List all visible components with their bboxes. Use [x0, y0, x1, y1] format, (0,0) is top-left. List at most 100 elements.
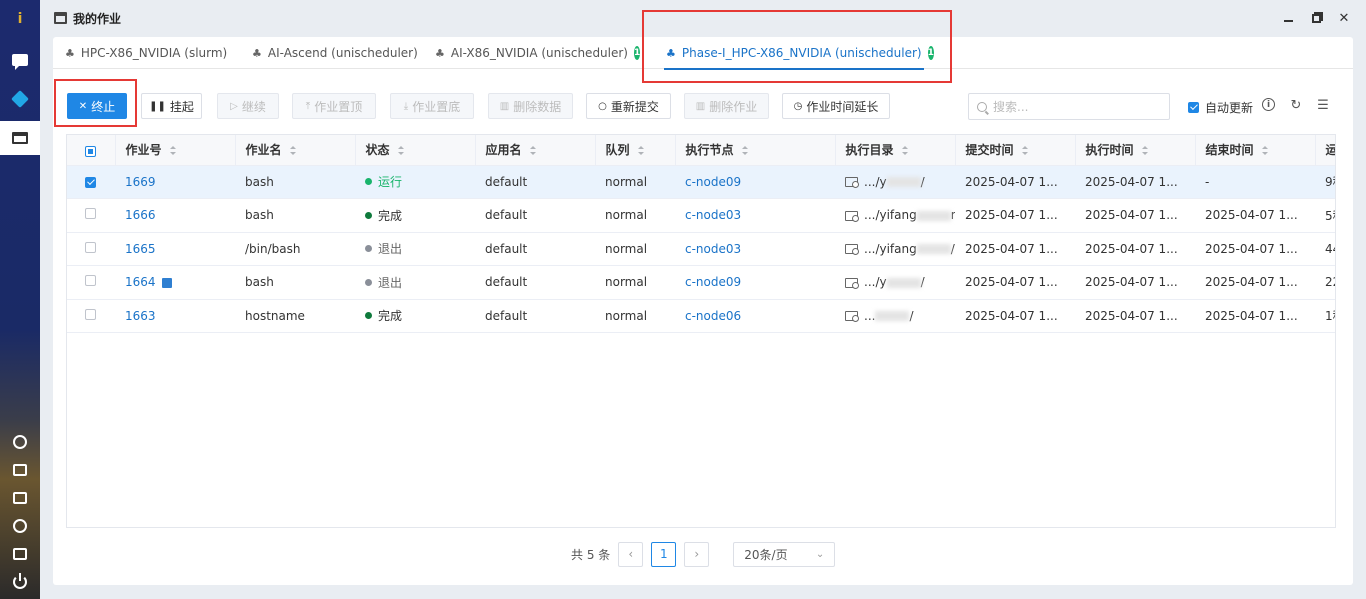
resume-button[interactable]: ▷ 继续: [217, 93, 279, 119]
status-dot: [365, 178, 372, 186]
col-job-name[interactable]: 作业名: [235, 135, 356, 166]
restore-button[interactable]: [1308, 10, 1324, 26]
row-checkbox[interactable]: [85, 208, 96, 220]
play-icon: ▷: [230, 100, 238, 112]
row-checkbox[interactable]: [85, 176, 96, 188]
sort-icon[interactable]: [1021, 146, 1028, 156]
next-page-button[interactable]: ›: [684, 541, 710, 567]
info-dock-icon[interactable]: i: [0, 2, 40, 36]
auto-refresh-checkbox[interactable]: [1188, 102, 1199, 113]
table-row[interactable]: 1663 hostname 完成 default normal c-node06…: [67, 299, 1335, 333]
cube-dock-icon[interactable]: [0, 82, 40, 116]
page-number-button[interactable]: 1: [651, 541, 677, 567]
minimize-button[interactable]: [1280, 10, 1296, 26]
exec-node-link[interactable]: c-node09: [685, 275, 741, 289]
exec-dir-cell[interactable]: .../y /: [835, 165, 955, 199]
tab-ai-ascend[interactable]: ♣ AI-Ascend (unischeduler): [240, 37, 423, 69]
resubmit-button[interactable]: ○ 重新提交: [586, 93, 671, 119]
sort-icon[interactable]: [289, 146, 296, 156]
redacted-text: [886, 277, 921, 288]
move-bottom-button[interactable]: ⤓ 作业置底: [390, 93, 474, 119]
row-checkbox[interactable]: [85, 275, 96, 287]
exec-dir-cell[interactable]: .../y /: [835, 265, 955, 300]
exec-node-link[interactable]: c-node03: [685, 208, 741, 222]
sort-icon[interactable]: [1261, 146, 1268, 156]
col-end-time[interactable]: 结束时间: [1195, 135, 1316, 166]
row-checkbox[interactable]: [85, 308, 96, 320]
end-time: 2025-04-07 1...: [1195, 265, 1315, 300]
run-time: 9秒: [1315, 165, 1335, 199]
cluster-icon: ♣: [65, 46, 75, 60]
job-id-link[interactable]: 1669: [125, 175, 156, 189]
prev-page-button[interactable]: ‹: [618, 541, 644, 567]
folder-icon[interactable]: [845, 210, 859, 222]
extend-time-button[interactable]: ◷ 作业时间延长: [782, 93, 890, 119]
sort-icon[interactable]: [397, 146, 404, 156]
my-jobs-dock-icon[interactable]: [0, 121, 40, 155]
search-icon: [977, 101, 987, 112]
info-icon[interactable]: i: [1262, 98, 1275, 111]
col-exec-dir[interactable]: 执行目录: [835, 135, 956, 166]
exec-time: 2025-04-07 1...: [1075, 232, 1195, 266]
table-row[interactable]: 1665 /bin/bash 退出 default normal c-node0…: [67, 232, 1335, 266]
col-exec-time[interactable]: 执行时间: [1075, 135, 1196, 166]
folder-icon[interactable]: [845, 244, 859, 256]
job-id-link[interactable]: 1665: [125, 242, 156, 256]
sort-icon[interactable]: [637, 146, 644, 156]
job-name: bash: [235, 198, 355, 233]
job-note-icon[interactable]: [161, 277, 172, 288]
column-settings-icon[interactable]: ☰: [1316, 98, 1330, 113]
select-all-checkbox[interactable]: [85, 145, 96, 157]
run-time: 5秒: [1315, 198, 1335, 233]
col-queue[interactable]: 队列: [595, 135, 676, 166]
exec-node-link[interactable]: c-node03: [685, 242, 741, 256]
search-input[interactable]: [993, 99, 1163, 114]
col-status[interactable]: 状态: [355, 135, 476, 166]
suspend-button[interactable]: ❚❚ 挂起: [141, 93, 202, 119]
page-size-select[interactable]: 20条/页 ⌄: [733, 541, 836, 567]
move-top-button[interactable]: ⤒ 作业置顶: [292, 93, 376, 119]
power-dock-icon[interactable]: [0, 565, 40, 599]
chat-dock-icon[interactable]: [0, 43, 40, 77]
submit-time: 2025-04-07 1...: [955, 198, 1075, 233]
col-app[interactable]: 应用名: [475, 135, 596, 166]
row-checkbox[interactable]: [85, 241, 96, 253]
delete-data-button[interactable]: ▥ 删除数据: [488, 93, 573, 119]
sort-icon[interactable]: [1141, 146, 1148, 156]
submit-time: 2025-04-07 1...: [955, 165, 1075, 199]
exec-node-link[interactable]: c-node06: [685, 309, 741, 323]
folder-icon[interactable]: [845, 277, 859, 289]
table-row[interactable]: 1666 bash 完成 default normal c-node03 ...…: [67, 198, 1335, 233]
job-id-link[interactable]: 1663: [125, 309, 156, 323]
col-exec-node[interactable]: 执行节点: [675, 135, 836, 166]
tab-ai-x86-nvidia[interactable]: ♣ AI-X86_NVIDIA (unischeduler) 1: [423, 37, 648, 69]
delete-job-button[interactable]: ▥ 删除作业: [684, 93, 769, 119]
trash-icon: ▥: [499, 100, 510, 112]
status-dot: [365, 245, 372, 253]
exec-dir-cell[interactable]: ... /: [835, 299, 955, 333]
sort-icon[interactable]: [169, 146, 176, 156]
auto-refresh-toggle[interactable]: 自动更新: [1188, 99, 1253, 116]
table-row[interactable]: 1664 bash 退出 default normal c-node09 ...…: [67, 265, 1335, 300]
sort-icon[interactable]: [901, 146, 908, 156]
main-panel: ♣ HPC-X86_NVIDIA (slurm) ♣ AI-Ascend (un…: [53, 37, 1353, 585]
col-job-id[interactable]: 作业号: [115, 135, 236, 166]
exec-dir-cell[interactable]: .../yifang /: [835, 232, 955, 266]
table-row[interactable]: 1669 bash 运行 default normal c-node09 ...…: [67, 165, 1335, 199]
folder-icon[interactable]: [845, 311, 859, 323]
job-id-link[interactable]: 1664: [125, 275, 156, 289]
exec-dir-cell[interactable]: .../yifangn/: [835, 198, 955, 233]
close-button[interactable]: ✕: [1336, 10, 1352, 26]
job-id-link[interactable]: 1666: [125, 208, 156, 222]
folder-icon[interactable]: [845, 177, 859, 189]
search-box[interactable]: [968, 93, 1170, 120]
jobs-table: 作业号 作业名 状态 应用名 队列 执行节点 执行目录 提交时间 执行时间 结束…: [66, 134, 1336, 528]
col-run-time[interactable]: 运: [1315, 135, 1335, 166]
refresh-icon[interactable]: ↻: [1289, 98, 1303, 113]
tab-hpc-x86-nvidia-slurm[interactable]: ♣ HPC-X86_NVIDIA (slurm): [53, 37, 240, 69]
job-name: bash: [235, 265, 355, 300]
sort-icon[interactable]: [529, 146, 536, 156]
col-submit-time[interactable]: 提交时间: [955, 135, 1076, 166]
exec-node-link[interactable]: c-node09: [685, 175, 741, 189]
sort-icon[interactable]: [741, 146, 748, 156]
